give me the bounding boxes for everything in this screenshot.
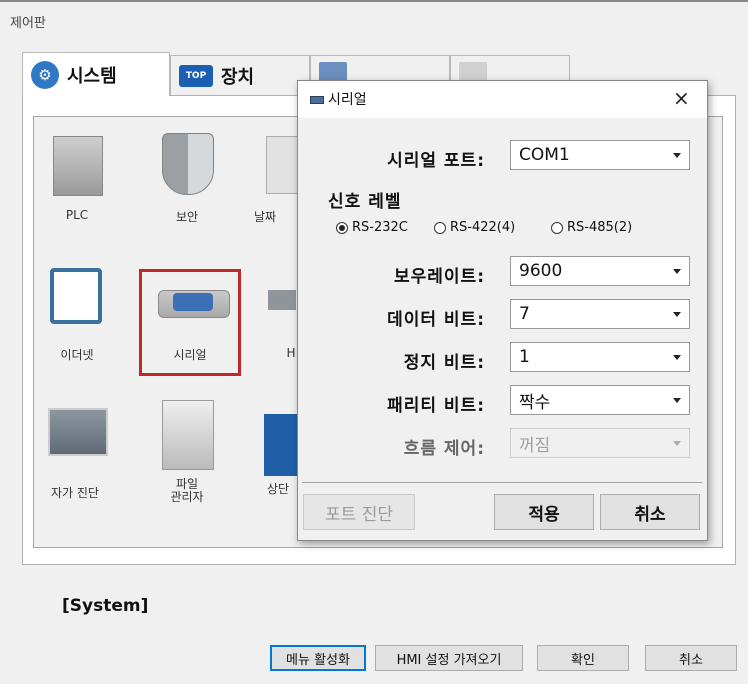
file-manager-icon[interactable] xyxy=(162,400,214,470)
dialog-cancel-button[interactable]: 취소 xyxy=(600,494,700,530)
dialog-title: 시리얼 xyxy=(328,92,367,108)
chevron-down-icon xyxy=(673,441,681,446)
ethernet-icon[interactable] xyxy=(50,268,102,324)
plc-icon[interactable] xyxy=(53,136,103,196)
hdmi-icon[interactable] xyxy=(268,290,296,310)
port-diagnosis-button: 포트 진단 xyxy=(303,494,415,530)
tab-device[interactable]: TOP 장치 xyxy=(170,55,310,95)
radio-unselected-icon xyxy=(434,221,446,234)
apply-button[interactable]: 적용 xyxy=(494,494,594,530)
stop-bits-select[interactable]: 1 xyxy=(510,342,690,372)
baud-rate-label: 보우레이트: xyxy=(394,267,485,287)
chevron-down-icon xyxy=(673,269,681,274)
parity-select[interactable]: 짝수 xyxy=(510,385,690,415)
window-title: 제어판 xyxy=(10,16,46,31)
file-manager-label: 파일 관리자 xyxy=(170,477,204,504)
chevron-down-icon xyxy=(673,355,681,360)
calendar-icon[interactable] xyxy=(266,136,298,194)
tab-system[interactable]: ⚙ 시스템 xyxy=(22,52,170,96)
shield-icon[interactable] xyxy=(162,133,214,195)
menu-activate-button[interactable]: 메뉴 활성화 xyxy=(270,645,366,671)
tab-device-label: 장치 xyxy=(221,66,255,88)
self-diagnosis-icon[interactable] xyxy=(48,408,108,456)
import-hmi-settings-button[interactable]: HMI 설정 가져오기 xyxy=(375,645,523,671)
security-label: 보안 xyxy=(175,210,199,224)
flow-control-select: 꺼짐 xyxy=(510,428,690,458)
radio-rs422[interactable]: RS-422(4) xyxy=(434,220,515,235)
top-device-icon: TOP xyxy=(179,64,213,87)
date-label: 날짜 xyxy=(254,210,277,224)
serial-port-select[interactable]: COM1 xyxy=(510,140,690,170)
window-top-border xyxy=(0,0,748,2)
radio-selected-icon xyxy=(336,221,348,234)
serial-port-label: 시리얼 포트: xyxy=(387,151,485,171)
dialog-divider xyxy=(302,482,702,483)
serial-title-icon xyxy=(310,96,324,104)
plc-label: PLC xyxy=(65,208,89,222)
data-bits-label: 데이터 비트: xyxy=(387,310,485,330)
top-label: 상단 xyxy=(266,482,290,496)
chevron-down-icon xyxy=(673,153,681,158)
baud-rate-select[interactable]: 9600 xyxy=(510,256,690,286)
chevron-down-icon xyxy=(673,312,681,317)
flow-control-label: 흐름 제어: xyxy=(403,439,485,459)
parity-label: 패리티 비트: xyxy=(387,396,485,416)
cancel-button[interactable]: 취소 xyxy=(645,645,737,671)
radio-rs232c[interactable]: RS-232C xyxy=(336,220,408,235)
ok-button[interactable]: 확인 xyxy=(537,645,629,671)
close-icon[interactable]: × xyxy=(673,86,690,110)
stop-bits-label: 정지 비트: xyxy=(403,353,485,373)
serial-highlight-box xyxy=(139,269,241,376)
top-book-icon[interactable] xyxy=(264,414,298,476)
signal-level-label: 신호 레벨 xyxy=(328,192,402,212)
chevron-down-icon xyxy=(673,398,681,403)
data-bits-select[interactable]: 7 xyxy=(510,299,690,329)
radio-unselected-icon xyxy=(551,221,563,234)
radio-rs485[interactable]: RS-485(2) xyxy=(551,220,632,235)
tab-system-label: 시스템 xyxy=(67,65,117,87)
ethernet-label: 이더넷 xyxy=(60,348,94,362)
hdmi-label: H xyxy=(286,346,296,360)
gear-icon: ⚙ xyxy=(31,60,59,89)
self-diagnosis-label: 자가 진단 xyxy=(51,486,99,500)
status-label: [System] xyxy=(62,596,149,616)
